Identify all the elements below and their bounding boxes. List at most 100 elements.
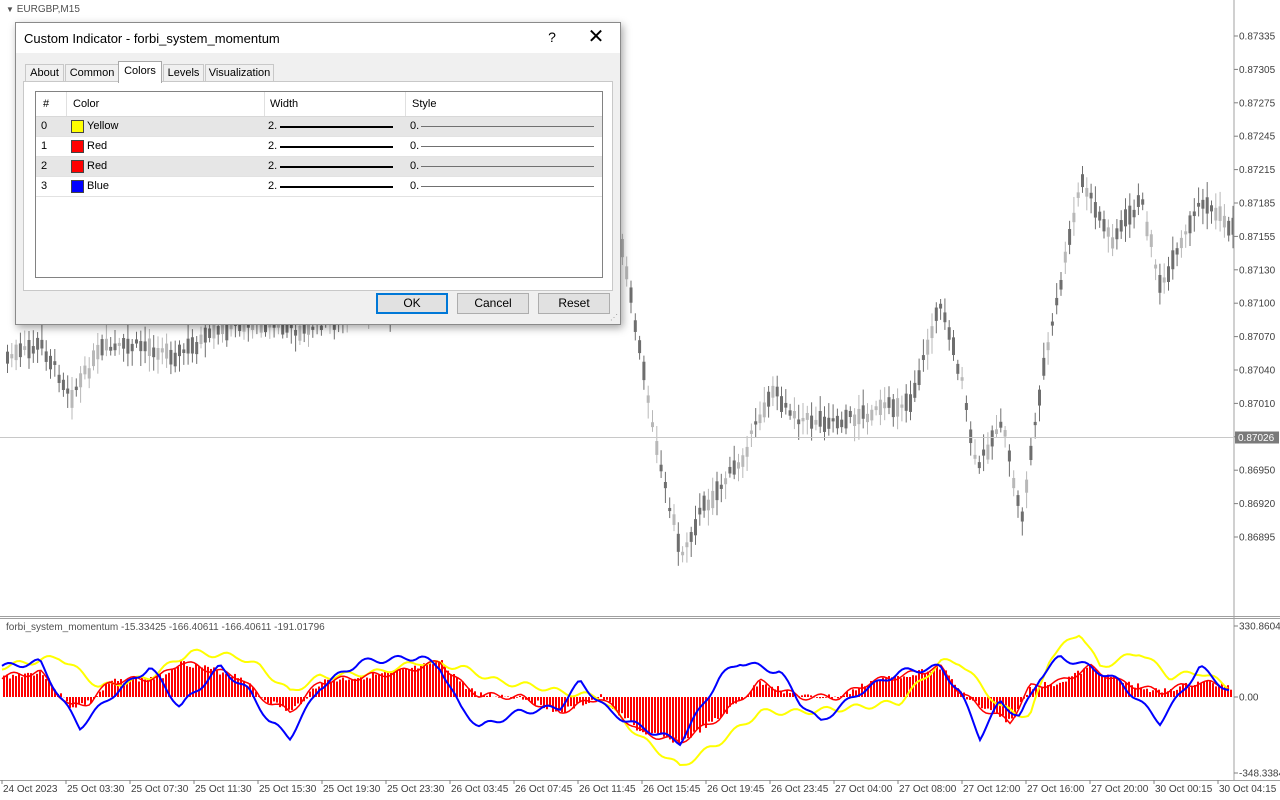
- candle-body: [147, 338, 151, 356]
- tab-visualization[interactable]: Visualization: [205, 64, 274, 82]
- histogram-bar: [852, 689, 854, 697]
- histogram-bar: [801, 695, 803, 697]
- histogram-bar: [1113, 676, 1115, 697]
- color-swatch[interactable]: [71, 140, 84, 153]
- candle-body: [831, 418, 835, 422]
- table-row[interactable]: 3 Blue 2. 0.: [36, 177, 602, 197]
- candle-body: [775, 386, 779, 397]
- candle-body: [848, 410, 852, 418]
- tab-colors[interactable]: Colors: [118, 61, 162, 83]
- width-value[interactable]: 2.: [268, 160, 277, 172]
- histogram-bar: [939, 669, 941, 697]
- histogram-bar: [417, 668, 419, 697]
- candle-body: [152, 347, 156, 358]
- cancel-button[interactable]: Cancel: [457, 293, 529, 314]
- style-value[interactable]: 0.: [410, 140, 419, 152]
- histogram-bar: [393, 670, 395, 697]
- candle-body: [208, 328, 212, 338]
- histogram-bar: [198, 666, 200, 697]
- table-row[interactable]: 0 Yellow 2. 0.: [36, 117, 602, 137]
- candle-body: [758, 414, 762, 424]
- resize-grip-icon[interactable]: ⋰: [610, 313, 618, 322]
- candle-body: [83, 365, 87, 375]
- column-index[interactable]: #: [43, 98, 49, 110]
- column-color[interactable]: Color: [73, 98, 99, 110]
- histogram-bar: [276, 697, 278, 703]
- tab-about[interactable]: About: [25, 64, 64, 82]
- candle-body: [31, 346, 35, 354]
- candle-body: [100, 339, 104, 356]
- candle-body: [1093, 202, 1097, 218]
- candle-body: [1132, 209, 1136, 218]
- candle-body: [1141, 199, 1145, 205]
- color-name[interactable]: Red: [87, 140, 107, 152]
- column-width[interactable]: Width: [270, 98, 298, 110]
- column-style[interactable]: Style: [412, 98, 436, 110]
- candle-body: [659, 464, 663, 472]
- candle-body: [1025, 479, 1029, 493]
- color-name[interactable]: Red: [87, 160, 107, 172]
- table-row[interactable]: 1 Red 2. 0.: [36, 137, 602, 157]
- style-value[interactable]: 0.: [410, 120, 419, 132]
- histogram-bar: [819, 697, 821, 699]
- histogram-bar: [339, 679, 341, 697]
- histogram-bar: [39, 671, 41, 697]
- style-value[interactable]: 0.: [410, 180, 419, 192]
- candle-body: [651, 422, 654, 428]
- dialog-title-bar[interactable]: Custom Indicator - forbi_system_momentum…: [16, 23, 620, 53]
- width-value[interactable]: 2.: [268, 180, 277, 192]
- candle-body: [909, 394, 912, 412]
- histogram-bar: [708, 697, 710, 722]
- price-label: 0.86895: [1239, 533, 1276, 544]
- histogram-bar: [219, 674, 221, 697]
- tab-levels[interactable]: Levels: [163, 64, 204, 82]
- custom-indicator-dialog[interactable]: Custom Indicator - forbi_system_momentum…: [15, 22, 621, 325]
- candle-body: [668, 507, 672, 512]
- candle-body: [706, 499, 710, 511]
- candle-body: [900, 404, 904, 408]
- color-swatch[interactable]: [71, 180, 84, 193]
- histogram-bar: [87, 697, 89, 701]
- candle-body: [212, 323, 216, 339]
- histogram-bar: [1149, 692, 1151, 697]
- candle-body: [663, 482, 667, 489]
- candle-body: [964, 403, 968, 410]
- candle-body: [1154, 264, 1158, 269]
- histogram-bar: [489, 693, 491, 697]
- color-swatch[interactable]: [71, 120, 84, 133]
- candle-body: [853, 414, 857, 427]
- histogram-bar: [378, 673, 380, 697]
- help-button[interactable]: ?: [544, 29, 560, 45]
- histogram-bar: [432, 664, 434, 697]
- candle-body: [18, 343, 22, 358]
- width-value[interactable]: 2.: [268, 120, 277, 132]
- table-row[interactable]: 2 Red 2. 0.: [36, 157, 602, 177]
- color-name[interactable]: Yellow: [87, 120, 118, 132]
- candle-body: [921, 355, 925, 360]
- candle-body: [930, 326, 934, 339]
- table-header: # Color Width Style: [36, 92, 602, 117]
- candle-body: [1050, 321, 1054, 326]
- color-swatch[interactable]: [71, 160, 84, 173]
- price-label: 0.86950: [1239, 466, 1276, 477]
- candle-body: [788, 410, 792, 416]
- candle-body: [620, 238, 624, 258]
- candle-body: [1046, 342, 1050, 351]
- candle-body: [298, 325, 302, 341]
- tab-common[interactable]: Common: [65, 64, 119, 82]
- time-label: 26 Oct 07:45: [515, 784, 573, 795]
- histogram-bar: [978, 697, 980, 706]
- candle-body: [681, 551, 685, 556]
- candle-body: [823, 416, 826, 432]
- style-value[interactable]: 0.: [410, 160, 419, 172]
- color-name[interactable]: Blue: [87, 180, 109, 192]
- colors-tab-panel: # Color Width Style 0 Yellow 2. 0. 1 Red…: [23, 81, 613, 291]
- reset-button[interactable]: Reset: [538, 293, 610, 314]
- width-value[interactable]: 2.: [268, 140, 277, 152]
- histogram-bar: [726, 697, 728, 714]
- ok-button[interactable]: OK: [376, 293, 448, 314]
- candle-body: [23, 346, 27, 350]
- histogram-bar: [366, 677, 368, 697]
- close-icon[interactable]: ✕: [584, 26, 608, 48]
- candle-body: [1214, 207, 1218, 221]
